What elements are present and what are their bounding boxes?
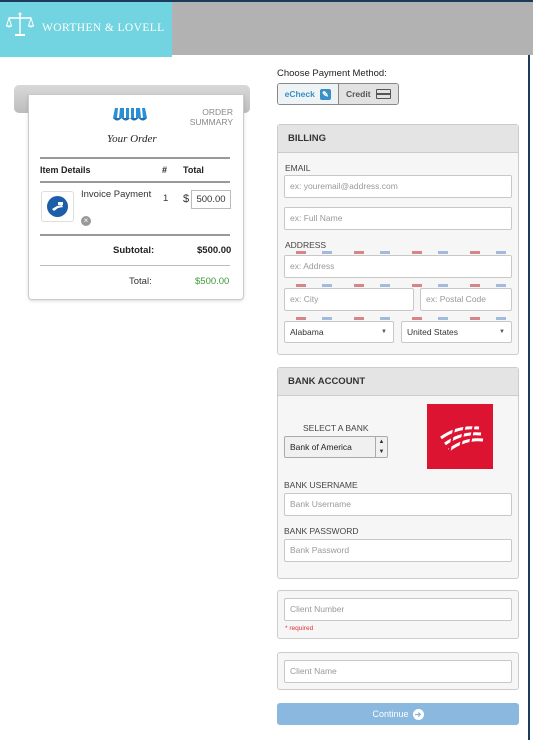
required-note: * required (285, 625, 314, 632)
full-name-field[interactable]: ex: Full Name (284, 207, 512, 230)
bank-password-label: BANK PASSWORD (284, 526, 359, 536)
billing-title: BILLING (278, 125, 518, 153)
item-amount-input[interactable]: 500.00 (191, 190, 231, 209)
billing-panel: BILLING EMAIL ex: youremail@address.com … (277, 124, 519, 355)
address-field[interactable]: ex: Address (284, 255, 512, 278)
email-field[interactable]: ex: youremail@address.com (284, 175, 512, 198)
top-header: WORTHEN & LOVELL (0, 0, 533, 57)
echeck-button[interactable]: eCheck ✎ (278, 84, 339, 104)
brand-logo[interactable]: WORTHEN & LOVELL (0, 2, 172, 57)
col-item-details: Item Details (40, 165, 91, 175)
divider (40, 234, 230, 236)
col-total: Total (183, 165, 204, 175)
order-summary-label: ORDER SUMMARY (189, 107, 233, 127)
arrow-right-icon: ➜ (412, 708, 424, 720)
total-label: Total: (129, 276, 152, 287)
country-value: United States (407, 327, 459, 337)
chevron-down-icon: ▼ (499, 329, 505, 335)
postal-code-field[interactable]: ex: Postal Code (420, 288, 512, 311)
chevron-down-icon: ▼ (381, 329, 387, 335)
bank-username-label: BANK USERNAME (284, 480, 358, 490)
invoice-hand-icon (47, 196, 68, 217)
your-order-title: Your Order (107, 133, 157, 145)
pencil-icon: ✎ (319, 88, 331, 100)
scales-of-justice-icon (6, 12, 34, 36)
bank-account-title: BANK ACCOUNT (278, 368, 518, 396)
invoice-item-thumbnail (41, 191, 74, 222)
item-name: Invoice Payment (81, 189, 152, 200)
decorative-stripes (284, 284, 512, 287)
selected-bank: Bank of America (290, 442, 352, 452)
bank-account-panel: BANK ACCOUNT SELECT A BANK Bank of Ameri… (277, 367, 519, 579)
bank-password-field[interactable]: Bank Password (284, 539, 512, 562)
city-field[interactable]: ex: City (284, 288, 414, 311)
client-number-panel: Client Number * required (277, 590, 519, 639)
client-name-panel: Client Name (277, 652, 519, 690)
select-bank-label: SELECT A BANK (303, 423, 369, 433)
item-qty: 1 (163, 193, 169, 204)
credit-label: Credit (345, 89, 371, 99)
bank-username-field[interactable]: Bank Username (284, 493, 512, 516)
state-select[interactable]: Alabama ▼ (284, 321, 394, 343)
state-value: Alabama (290, 327, 324, 337)
decorative-stripes (284, 251, 512, 254)
divider (40, 265, 230, 266)
country-select[interactable]: United States ▼ (401, 321, 512, 343)
bank-of-america-logo (427, 404, 493, 469)
continue-button[interactable]: Continue ➜ (277, 703, 519, 725)
divider (40, 181, 230, 183)
client-number-field[interactable]: Client Number (284, 598, 512, 621)
echeck-label: eCheck (284, 89, 315, 99)
divider (40, 157, 230, 159)
subtotal-value: $500.00 (197, 245, 232, 256)
subtotal-label: Subtotal: (113, 245, 155, 256)
updown-arrows-icon: ▲ ▼ (375, 437, 387, 457)
total-value: $500.00 (195, 276, 230, 287)
address-label: ADDRESS (285, 240, 327, 250)
remove-item-icon[interactable]: × (81, 216, 91, 226)
order-summary-receipt: ORDER SUMMARY Your Order Item Details # … (28, 95, 244, 300)
decorative-stripes (284, 317, 512, 320)
col-qty: # (162, 165, 168, 175)
client-name-field[interactable]: Client Name (284, 660, 512, 683)
email-label: EMAIL (285, 163, 311, 173)
payment-method-toggle: eCheck ✎ Credit (277, 83, 399, 105)
credit-button[interactable]: Credit (338, 84, 398, 104)
payment-method-label: Choose Payment Method: (277, 68, 387, 79)
brand-name: WORTHEN & LOVELL (42, 22, 165, 34)
store-awning-icon (113, 107, 147, 121)
continue-label: Continue (372, 709, 409, 719)
bank-select[interactable]: Bank of America ▲ ▼ (284, 436, 388, 458)
currency-symbol: $ (183, 193, 190, 205)
credit-card-icon (375, 89, 391, 99)
